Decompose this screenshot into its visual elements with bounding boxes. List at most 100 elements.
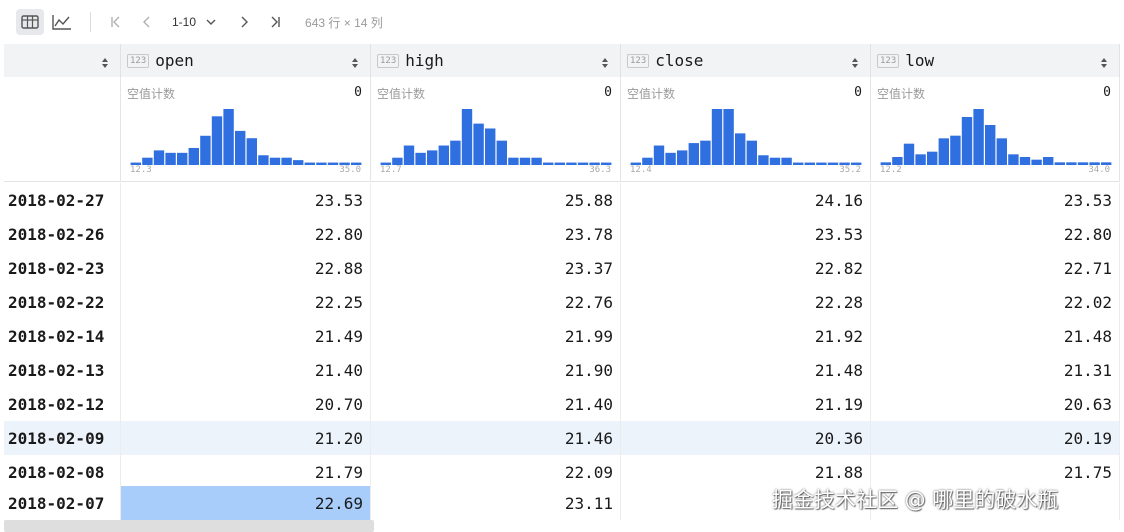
histogram-bar (246, 138, 257, 165)
column-stats-open: 空值计数 0 12.3 35.0 (121, 77, 371, 182)
low-cell[interactable]: 22.02 (871, 285, 1120, 319)
column-header-high[interactable]: 123 high (371, 44, 621, 77)
histogram-bar (961, 117, 973, 165)
prev-page-button[interactable] (136, 9, 158, 35)
row-index-cell[interactable]: 2018-02-13 (4, 353, 121, 387)
table-row[interactable]: 2018-02-12 20.70 21.40 21.19 20.63 (4, 387, 1120, 421)
histogram-bar (165, 152, 176, 165)
next-page-button[interactable] (233, 9, 255, 35)
table-row[interactable]: 2018-02-23 22.88 23.37 22.82 22.71 (4, 251, 1120, 285)
open-cell[interactable]: 22.88 (121, 251, 371, 285)
close-cell[interactable]: 21.48 (621, 353, 871, 387)
open-cell[interactable]: 22.80 (121, 217, 371, 251)
table-row[interactable]: 2018-02-13 21.40 21.90 21.48 21.31 (4, 353, 1120, 387)
last-page-button[interactable] (264, 9, 286, 35)
sort-icon[interactable] (1100, 54, 1108, 73)
histogram-bar (392, 157, 403, 165)
row-index-cell[interactable]: 2018-02-23 (4, 251, 121, 285)
histogram-open (130, 109, 362, 165)
table-view-button[interactable] (16, 9, 44, 35)
close-cell[interactable]: 20.36 (621, 421, 871, 455)
table-row-highlighted[interactable]: 2018-02-09 21.20 21.46 20.36 20.19 (4, 421, 1120, 455)
histogram-bar (700, 140, 711, 165)
open-cell[interactable]: 23.53 (121, 183, 371, 217)
histogram-bar (1031, 159, 1042, 165)
horizontal-scrollbar[interactable] (4, 520, 374, 532)
open-cell[interactable]: 20.70 (121, 387, 371, 421)
numeric-type-badge: 123 (877, 53, 900, 68)
high-cell[interactable]: 25.88 (371, 183, 621, 217)
high-cell[interactable]: 21.40 (371, 387, 621, 421)
histogram-bar (688, 143, 699, 165)
high-cell[interactable]: 22.09 (371, 455, 621, 489)
open-cell[interactable]: 21.20 (121, 421, 371, 455)
close-cell[interactable]: 21.19 (621, 387, 871, 421)
chevron-down-icon (205, 17, 217, 27)
histogram-max: 35.0 (339, 165, 361, 175)
open-cell[interactable]: 21.40 (121, 353, 371, 387)
low-cell[interactable]: 20.19 (871, 421, 1120, 455)
sort-icon[interactable] (351, 54, 359, 73)
histogram-bar (427, 150, 438, 165)
page-range-select[interactable]: 1-10 (172, 15, 217, 29)
row-index-cell[interactable]: 2018-02-14 (4, 319, 121, 353)
row-index-cell[interactable]: 2018-02-26 (4, 217, 121, 251)
histogram-bar (403, 145, 415, 165)
open-cell[interactable]: 22.25 (121, 285, 371, 319)
histogram-bar (223, 109, 234, 165)
index-stats-cell (4, 77, 121, 182)
high-cell[interactable]: 23.11 (371, 486, 621, 520)
table-row[interactable]: 2018-02-26 22.80 23.78 23.53 22.80 (4, 217, 1120, 251)
histogram-bar (508, 157, 519, 165)
histogram-bar (1054, 162, 1065, 165)
low-cell[interactable]: 22.80 (871, 217, 1120, 251)
column-header-close[interactable]: 123 close (621, 44, 871, 77)
table-row[interactable]: 2018-02-14 21.49 21.99 21.92 21.48 (4, 319, 1120, 353)
open-cell[interactable]: 21.79 (121, 455, 371, 489)
high-cell[interactable]: 21.46 (371, 421, 621, 455)
high-cell[interactable]: 22.76 (371, 285, 621, 319)
low-cell[interactable]: 23.53 (871, 183, 1120, 217)
histogram-bar (950, 135, 961, 165)
low-cell[interactable]: 21.48 (871, 319, 1120, 353)
histogram-bar (519, 157, 531, 165)
histogram-bar (496, 140, 507, 165)
high-cell[interactable]: 21.99 (371, 319, 621, 353)
histogram-bar (153, 150, 165, 165)
first-page-button[interactable] (105, 9, 127, 35)
low-cell[interactable]: 22.71 (871, 251, 1120, 285)
column-header-open[interactable]: 123 open (121, 44, 371, 77)
row-index-cell[interactable]: 2018-02-09 (4, 421, 121, 455)
table-row[interactable]: 2018-02-22 22.25 22.76 22.28 22.02 (4, 285, 1120, 319)
row-index-cell[interactable]: 2018-02-08 (4, 455, 121, 489)
sort-icon[interactable] (101, 54, 109, 73)
high-cell[interactable]: 21.90 (371, 353, 621, 387)
histogram-bar (915, 154, 926, 165)
watermark-text: 掘金技术社区 @ 哪里的破水瓶 (772, 488, 1059, 512)
close-cell[interactable]: 22.82 (621, 251, 871, 285)
high-cell[interactable]: 23.78 (371, 217, 621, 251)
low-cell[interactable]: 20.63 (871, 387, 1120, 421)
open-cell-selected[interactable]: 22.69 (121, 486, 371, 520)
histogram-bar (450, 140, 461, 165)
chevron-left-icon (140, 15, 154, 29)
high-cell[interactable]: 23.37 (371, 251, 621, 285)
low-cell[interactable]: 21.31 (871, 353, 1120, 387)
index-column-header[interactable] (4, 44, 121, 77)
histogram-bar (200, 135, 211, 165)
histogram-bar (473, 123, 484, 165)
row-index-cell[interactable]: 2018-02-27 (4, 183, 121, 217)
column-header-low[interactable]: 123 low (871, 44, 1120, 77)
sort-icon[interactable] (601, 54, 609, 73)
close-cell[interactable]: 23.53 (621, 217, 871, 251)
table-row[interactable]: 2018-02-27 23.53 25.88 24.16 23.53 (4, 183, 1120, 217)
chart-view-button[interactable] (48, 9, 76, 35)
row-index-cell[interactable]: 2018-02-12 (4, 387, 121, 421)
close-cell[interactable]: 21.92 (621, 319, 871, 353)
row-index-cell[interactable]: 2018-02-22 (4, 285, 121, 319)
open-cell[interactable]: 21.49 (121, 319, 371, 353)
close-cell[interactable]: 24.16 (621, 183, 871, 217)
sort-icon[interactable] (851, 54, 859, 73)
close-cell[interactable]: 22.28 (621, 285, 871, 319)
row-index-cell[interactable]: 2018-02-07 (4, 486, 121, 520)
